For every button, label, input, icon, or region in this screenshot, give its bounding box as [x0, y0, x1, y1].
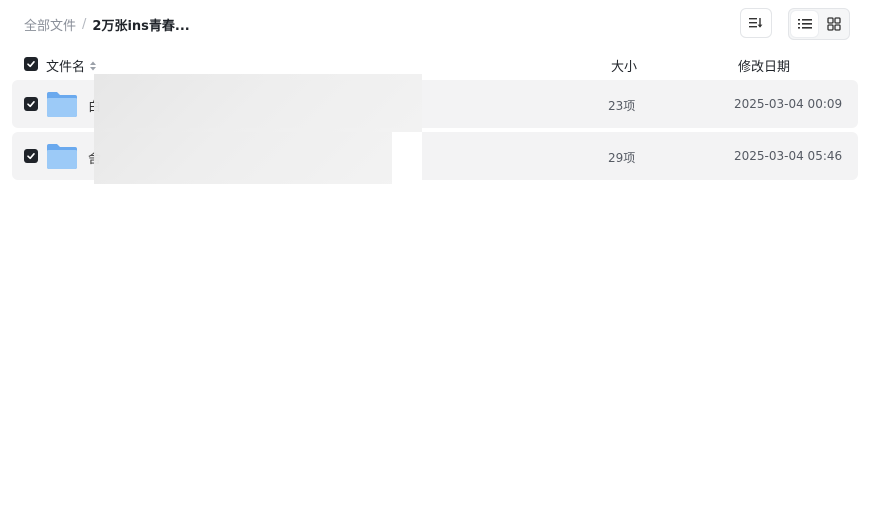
select-all-checkbox[interactable]	[24, 57, 38, 71]
breadcrumb-separator: /	[82, 16, 87, 32]
redaction-overlay	[94, 74, 422, 184]
column-header-size[interactable]: 大小	[611, 56, 637, 75]
file-size: 29项	[608, 151, 636, 165]
grid-view-button[interactable]	[820, 11, 847, 37]
check-icon	[27, 101, 35, 108]
breadcrumb-current: 2万张ins青春...	[92, 18, 190, 34]
list-view-icon	[797, 19, 812, 29]
list-view-button[interactable]	[791, 11, 818, 37]
sort-toggle-icon	[90, 61, 97, 70]
grid-view-icon	[826, 17, 841, 31]
view-toggle	[788, 8, 850, 40]
column-header-name[interactable]: 文件名	[46, 56, 97, 75]
check-icon	[27, 153, 35, 160]
row-checkbox[interactable]	[24, 97, 38, 111]
breadcrumb: 全部文件 / 2万张ins青春...	[24, 14, 190, 34]
folder-icon	[47, 92, 77, 117]
folder-icon	[47, 144, 77, 169]
row-checkbox[interactable]	[24, 149, 38, 163]
sort-icon	[749, 18, 763, 28]
sort-button[interactable]	[740, 8, 772, 38]
file-modified: 2025-03-04 05:46	[734, 149, 843, 163]
column-header-modified[interactable]: 修改日期	[738, 56, 790, 75]
file-manager-page: 全部文件 / 2万张ins青春... 文件名 大小 修改日期 23项 2025-…	[0, 0, 874, 514]
breadcrumb-root[interactable]: 全部文件	[24, 15, 76, 34]
file-modified: 2025-03-04 00:09	[734, 97, 843, 111]
check-icon	[27, 61, 35, 68]
column-name-label: 文件名	[46, 60, 86, 75]
redaction-overlay-edge	[392, 132, 422, 184]
file-size: 23项	[608, 99, 636, 113]
